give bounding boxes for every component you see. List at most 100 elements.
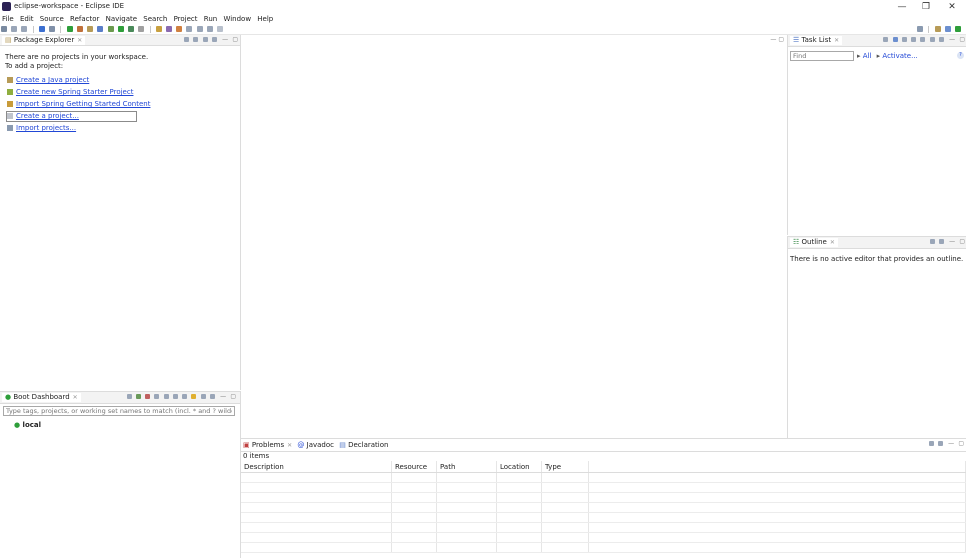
column-type[interactable]: Type: [541, 461, 589, 473]
activate-link[interactable]: Activate...: [882, 52, 917, 60]
collapse-all-icon[interactable]: [184, 37, 190, 42]
outline-tab[interactable]: ☷ Outline ✕: [790, 238, 838, 247]
new-task-icon[interactable]: [883, 37, 889, 42]
start-icon[interactable]: [135, 394, 141, 399]
scheduled-icon[interactable]: [901, 37, 907, 42]
minimize-view-icon[interactable]: —: [222, 36, 228, 44]
tab-problems[interactable]: ▣ Problems ✕: [243, 441, 294, 449]
column-location[interactable]: Location: [496, 461, 542, 473]
view-menu-icon[interactable]: [937, 441, 943, 446]
save-all-icon[interactable]: [21, 26, 28, 32]
collapse-all-icon[interactable]: [938, 37, 944, 42]
add-icon[interactable]: [200, 394, 206, 399]
properties-icon[interactable]: [182, 394, 188, 399]
coverage-icon[interactable]: [128, 26, 135, 32]
hide-completed-icon[interactable]: [911, 37, 917, 42]
minimize-view-icon[interactable]: —: [949, 36, 955, 44]
create-project-link[interactable]: Create a project...: [7, 112, 79, 121]
menu-source[interactable]: Source: [38, 14, 66, 24]
create-spring-starter-link[interactable]: Create new Spring Starter Project: [7, 88, 133, 97]
forward-icon[interactable]: [206, 26, 213, 32]
help-icon[interactable]: ?: [957, 52, 964, 59]
open-browser-icon[interactable]: [163, 394, 169, 399]
tab-declaration[interactable]: ▤ Declaration: [339, 441, 388, 449]
minimize-view-icon[interactable]: —: [949, 238, 955, 246]
refresh-icon[interactable]: [126, 394, 132, 399]
minimize-button[interactable]: —: [890, 0, 914, 14]
open-task-icon[interactable]: [165, 26, 172, 32]
close-button[interactable]: ✕: [940, 0, 964, 14]
package-explorer-tab[interactable]: ▤ Package Explorer ✕: [2, 36, 86, 45]
link-with-editor-icon[interactable]: [193, 37, 199, 42]
minimize-view-icon[interactable]: —: [948, 440, 954, 448]
minimize-editor-icon[interactable]: —: [770, 36, 776, 43]
import-spring-guides-link[interactable]: Import Spring Getting Started Content: [7, 100, 150, 109]
view-menu-icon[interactable]: [211, 37, 217, 42]
import-projects-link[interactable]: Import projects...: [7, 124, 76, 133]
new-class-icon[interactable]: [97, 26, 104, 32]
filter-icon[interactable]: [929, 239, 935, 244]
maximize-view-icon[interactable]: ▢: [958, 440, 964, 448]
maximize-editor-icon[interactable]: ▢: [778, 36, 784, 43]
tab-javadoc[interactable]: @ Javadoc: [297, 441, 336, 449]
maximize-view-icon[interactable]: ▢: [959, 36, 965, 44]
open-perspective-icon[interactable]: [934, 26, 941, 32]
spring-perspective-icon[interactable]: [955, 26, 961, 32]
search-toolbar-icon[interactable]: [917, 26, 924, 32]
local-node[interactable]: ● local: [14, 421, 41, 430]
save-icon[interactable]: [11, 26, 18, 32]
column-resource[interactable]: Resource: [391, 461, 437, 473]
menu-file[interactable]: File: [0, 14, 16, 24]
create-java-project-link[interactable]: Create a Java project: [7, 76, 89, 85]
boot-dashboard-filter-input[interactable]: [3, 406, 235, 416]
menu-search[interactable]: Search: [141, 14, 169, 24]
minimize-view-icon[interactable]: —: [220, 393, 226, 401]
task-find-input[interactable]: [790, 51, 854, 61]
new-icon[interactable]: [1, 26, 7, 32]
run-icon[interactable]: [117, 26, 124, 32]
menu-help[interactable]: Help: [255, 14, 275, 24]
boot-start-icon[interactable]: [66, 26, 73, 32]
annotation-next-icon[interactable]: [186, 26, 193, 32]
maximize-view-icon[interactable]: ▢: [959, 238, 965, 246]
task-list-tab[interactable]: ☰ Task List ✕: [790, 36, 843, 45]
tip-icon[interactable]: [191, 394, 197, 399]
all-link[interactable]: All: [863, 52, 872, 60]
debug-icon[interactable]: [107, 26, 114, 32]
column-path[interactable]: Path: [436, 461, 497, 473]
new-java-project-icon[interactable]: [76, 26, 83, 32]
external-tools-icon[interactable]: [138, 26, 145, 32]
menu-refactor[interactable]: Refactor: [68, 14, 101, 24]
search-icon[interactable]: [176, 26, 183, 32]
filter-icon[interactable]: [202, 37, 208, 42]
categorized-icon[interactable]: [892, 37, 898, 42]
view-menu-icon[interactable]: [209, 394, 215, 399]
back-icon[interactable]: [196, 26, 203, 32]
pin-editor-icon[interactable]: [217, 26, 224, 32]
stop-icon[interactable]: [145, 394, 151, 399]
menu-window[interactable]: Window: [221, 14, 253, 24]
java-perspective-icon[interactable]: [944, 26, 951, 32]
debug-icon[interactable]: [154, 394, 160, 399]
menu-navigate[interactable]: Navigate: [104, 14, 139, 24]
view-menu-icon[interactable]: [938, 239, 944, 244]
maximize-view-icon[interactable]: ▢: [232, 36, 238, 44]
close-icon[interactable]: ✕: [73, 394, 78, 401]
menu-edit[interactable]: Edit: [18, 14, 36, 24]
close-icon[interactable]: ✕: [77, 37, 82, 44]
terminal-icon[interactable]: [38, 26, 45, 32]
column-description[interactable]: Description: [241, 461, 392, 473]
sync-icon[interactable]: [929, 37, 935, 42]
console-icon[interactable]: [172, 394, 178, 399]
focus-icon[interactable]: [920, 37, 926, 42]
close-icon[interactable]: ✕: [287, 442, 292, 449]
open-type-icon[interactable]: [155, 26, 162, 32]
close-icon[interactable]: ✕: [830, 239, 835, 246]
restore-button[interactable]: ❐: [914, 0, 938, 14]
menu-run[interactable]: Run: [202, 14, 219, 24]
new-package-icon[interactable]: [87, 26, 94, 32]
filter-icon[interactable]: [928, 441, 934, 446]
maximize-view-icon[interactable]: ▢: [230, 393, 236, 401]
skip-breakpoints-icon[interactable]: [49, 26, 56, 32]
boot-dashboard-tab[interactable]: ● Boot Dashboard ✕: [2, 393, 81, 402]
